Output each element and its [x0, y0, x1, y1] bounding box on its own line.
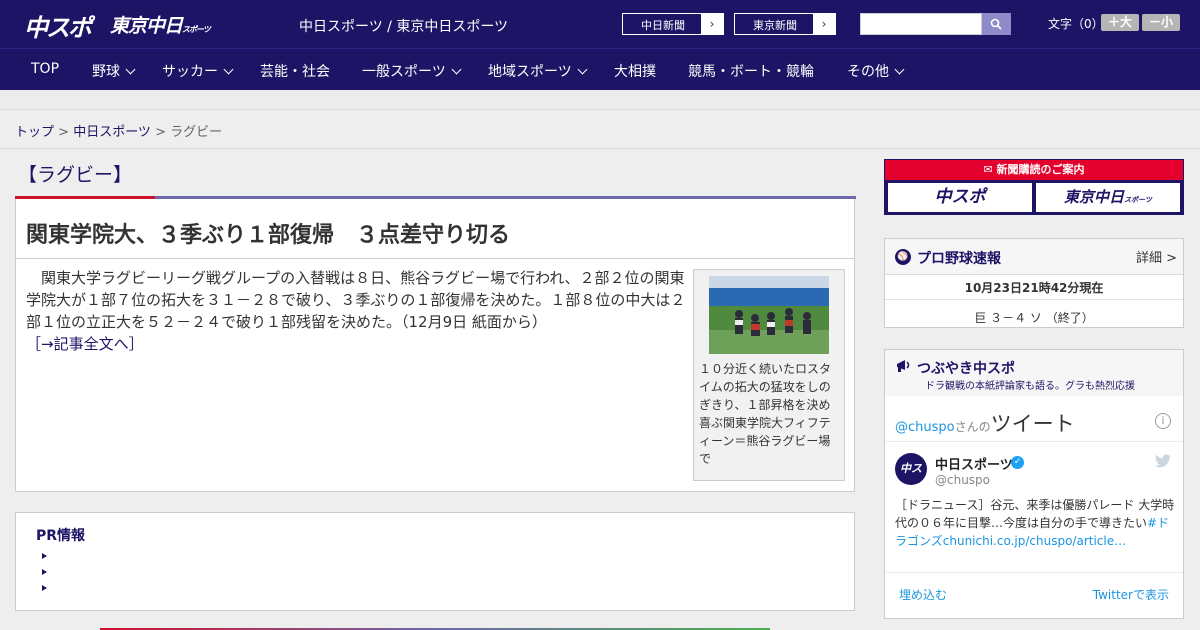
chevron-down-icon	[223, 64, 234, 75]
view-on-twitter-link[interactable]: Twitterで表示	[1093, 586, 1169, 603]
tweets-by-handle[interactable]: @chuspo	[895, 420, 955, 435]
twitter-widget: つぶやき中スポ ドラ観戦の本紙評論家も語る。グラも熱烈応援 @chuspoさんの…	[884, 349, 1184, 619]
subscribe-tokyo-chunichi-button[interactable]: 東京中日スポーツ	[1036, 183, 1180, 212]
chevron-down-icon	[125, 64, 136, 75]
tweet-author-name[interactable]: 中日スポーツ	[935, 454, 1013, 473]
baseball-title: プロ野球速報	[917, 251, 1001, 267]
divider	[0, 148, 1200, 149]
pr-box: PR情報	[15, 512, 855, 611]
main-nav: TOP 野球 サッカー 芸能・社会 一般スポーツ 地域スポーツ 大相撲 競馬・ボ…	[0, 48, 1200, 90]
tweet-text: ［ドラニュース］谷元、来季は優勝パレード 大学時代の０６年に目撃…今度は自分の手…	[895, 498, 1175, 548]
divider	[885, 441, 1183, 442]
chevron-down-icon	[894, 64, 905, 75]
chevron-down-icon	[451, 64, 462, 75]
logo-tokyo-chunichi: 東京中日スポーツ	[110, 15, 211, 37]
search-button[interactable]	[982, 13, 1011, 35]
divider	[885, 299, 1183, 300]
baseball-header: ⚾ プロ野球速報 詳細 >	[885, 239, 1183, 275]
twitter-widget-title: つぶやき中スポ	[917, 361, 1015, 377]
site-name: 中日スポーツ / 東京中日スポーツ	[299, 19, 509, 35]
nav-soccer[interactable]: サッカー	[162, 61, 234, 81]
accent-line	[15, 196, 155, 199]
top-header: 中スポ 東京中日スポーツ 中日スポーツ / 東京中日スポーツ 中日新聞 › 東京…	[0, 0, 1200, 48]
pr-item-bullet-icon[interactable]	[42, 585, 47, 591]
nav-general-sports[interactable]: 一般スポーツ	[362, 61, 462, 81]
twitter-widget-header: つぶやき中スポ ドラ観戦の本紙評論家も語る。グラも熱烈応援	[885, 350, 1183, 396]
divider	[16, 258, 854, 259]
verified-badge-icon: ✓	[1011, 456, 1024, 469]
pr-item-bullet-icon[interactable]	[42, 553, 47, 559]
article-photo[interactable]	[709, 276, 829, 354]
tokyo-shimbun-link[interactable]: 東京新聞 ›	[734, 13, 836, 35]
search-icon	[990, 18, 1002, 30]
search-input[interactable]	[860, 13, 982, 35]
baseball-detail-link[interactable]: 詳細 >	[1136, 247, 1177, 266]
logo-chusupo: 中スポ	[24, 14, 92, 42]
tweets-by-heading: @chuspoさんのツイート	[895, 412, 1075, 436]
tweet-author-handle[interactable]: @chuspo	[935, 473, 990, 487]
avatar[interactable]: 中ス	[895, 453, 927, 485]
photo-caption: １０分近く続いたロスタイムの拓大の猛攻をしのぎきり、１部昇格を決め喜ぶ関東学院大…	[699, 362, 832, 466]
article-photo-box: １０分近く続いたロスタイムの拓大の猛攻をしのぎきり、１部昇格を決め喜ぶ関東学院大…	[693, 269, 845, 481]
megaphone-icon	[897, 360, 910, 372]
twitter-widget-subtitle: ドラ観戦の本紙評論家も語る。グラも熱烈応援	[925, 381, 1135, 392]
nav-sumo[interactable]: 大相撲	[614, 61, 656, 81]
category-title: 【ラグビー】	[18, 164, 133, 186]
subscribe-banner[interactable]: ✉ 新聞購読のご案内 中スポ 東京中日スポーツ	[884, 159, 1184, 215]
nav-top[interactable]: TOP	[31, 61, 59, 77]
breadcrumb-current: ラグビー	[170, 125, 223, 140]
baseball-update-time: 10月23日21時42分現在	[964, 281, 1104, 295]
baseball-scores-widget: ⚾ プロ野球速報 詳細 > 10月23日21時42分現在 巨 ３－４ ソ （終了…	[884, 238, 1184, 328]
font-smaller-button[interactable]: －小	[1142, 14, 1180, 31]
newspaper-icon: ✉	[983, 163, 997, 176]
article-box: 関東学院大、３季ぶり１部復帰 ３点差守り切る 関東大学ラグビーリーグ戦グループの…	[15, 196, 856, 492]
chevron-right-icon: ›	[813, 14, 835, 34]
subscribe-chusupo-button[interactable]: 中スポ	[888, 183, 1032, 212]
nav-baseball[interactable]: 野球	[92, 61, 136, 81]
article-body: 関東大学ラグビーリーグ戦グループの入替戦は８日、熊谷ラグビー場で行われ、２部２位…	[26, 269, 686, 353]
pr-item-bullet-icon[interactable]	[42, 569, 47, 575]
info-icon[interactable]: i	[1155, 413, 1171, 429]
breadcrumb: トップ > 中日スポーツ > ラグビー	[15, 125, 223, 140]
accent-line	[155, 196, 856, 199]
chevron-right-icon: ›	[701, 14, 723, 34]
nav-local-sports[interactable]: 地域スポーツ	[488, 61, 588, 81]
article-headline: 関東学院大、３季ぶり１部復帰 ３点差守り切る	[26, 223, 511, 248]
font-size-label: 文字（0）	[1048, 17, 1104, 31]
font-bigger-button[interactable]: ＋大	[1101, 14, 1139, 31]
divider	[885, 572, 1183, 573]
read-more-link[interactable]: ［→記事全文へ］	[26, 335, 144, 353]
twitter-bird-icon[interactable]	[1155, 454, 1171, 468]
chunichi-shimbun-link[interactable]: 中日新聞 ›	[622, 13, 724, 35]
chevron-down-icon	[577, 64, 588, 75]
pr-title: PR情報	[36, 528, 86, 544]
baseball-icon: ⚾	[895, 249, 911, 265]
breadcrumb-home[interactable]: トップ	[15, 125, 54, 140]
nav-entertainment[interactable]: 芸能・社会	[260, 61, 330, 81]
nav-sub-strip	[0, 90, 1200, 110]
nav-other[interactable]: その他	[847, 61, 905, 81]
nav-racing[interactable]: 競馬・ボート・競輪	[688, 61, 814, 81]
subscribe-heading: ✉ 新聞購読のご案内	[885, 160, 1183, 180]
embed-link[interactable]: 埋め込む	[899, 586, 947, 603]
breadcrumb-section[interactable]: 中日スポーツ	[73, 125, 151, 140]
baseball-score[interactable]: 巨 ３－４ ソ （終了）	[885, 309, 1183, 326]
